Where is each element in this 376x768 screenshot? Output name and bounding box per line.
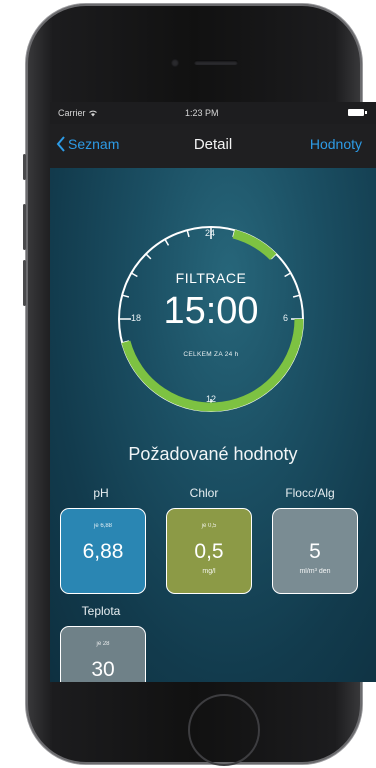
dial-label: FILTRACE (175, 270, 247, 286)
hour-label-24: 24 (205, 228, 216, 238)
flocc-unit: ml/m³ den (299, 568, 331, 575)
values-button[interactable]: Hodnoty (310, 136, 362, 152)
chlor-value: 0,5 (194, 540, 224, 563)
filtration-time: 15:00 (163, 290, 259, 332)
earpiece-speaker (194, 60, 238, 65)
chlor-current: je 0,5 (201, 523, 217, 529)
app-screen: Carrier 1:23 PM Seznam Detail Hodnoty FI… (50, 102, 376, 682)
flocc-card[interactable]: 5 ml/m³ den (272, 508, 358, 594)
volume-down-button (23, 260, 26, 306)
section-title: Požadované hodnoty (128, 444, 298, 464)
param-label-teplota: Teplota (81, 604, 121, 618)
dial-center: FILTRACE 15:00 CELKEM ZA 24 h 24 6 12 18 (106, 214, 316, 424)
hour-label-12: 12 (206, 394, 217, 404)
ph-current: je 6,88 (93, 523, 112, 529)
dial-subtitle: CELKEM ZA 24 h (183, 351, 239, 358)
flocc-value: 5 (309, 540, 321, 563)
hour-label-18: 18 (131, 313, 142, 323)
ph-card[interactable]: je 6,88 6,88 (60, 508, 146, 594)
wifi-icon (89, 110, 97, 117)
ph-value: 6,88 (82, 540, 124, 563)
teplota-value: 30 (91, 658, 115, 681)
status-time: 1:23 PM (185, 108, 219, 118)
front-camera (171, 59, 179, 67)
carrier-label: Carrier (58, 108, 98, 118)
home-button[interactable] (188, 694, 260, 766)
status-bar: Carrier 1:23 PM (50, 102, 376, 124)
volume-up-button (23, 204, 26, 250)
param-label-chlor: Chlor (189, 486, 219, 500)
teplota-card[interactable]: je 28 30 (60, 626, 146, 682)
chlor-unit: mg/l (202, 568, 216, 575)
teplota-current: je 28 (96, 641, 110, 647)
chlor-card[interactable]: je 0,5 0,5 mg/l (166, 508, 252, 594)
mute-switch (23, 154, 26, 180)
param-label-flocc: Flocc/Alg (285, 486, 335, 500)
navigation-bar: Seznam Detail Hodnoty (50, 124, 376, 168)
battery-icon (348, 109, 367, 116)
hour-label-6: 6 (283, 313, 289, 323)
param-label-ph: pH (93, 486, 109, 500)
